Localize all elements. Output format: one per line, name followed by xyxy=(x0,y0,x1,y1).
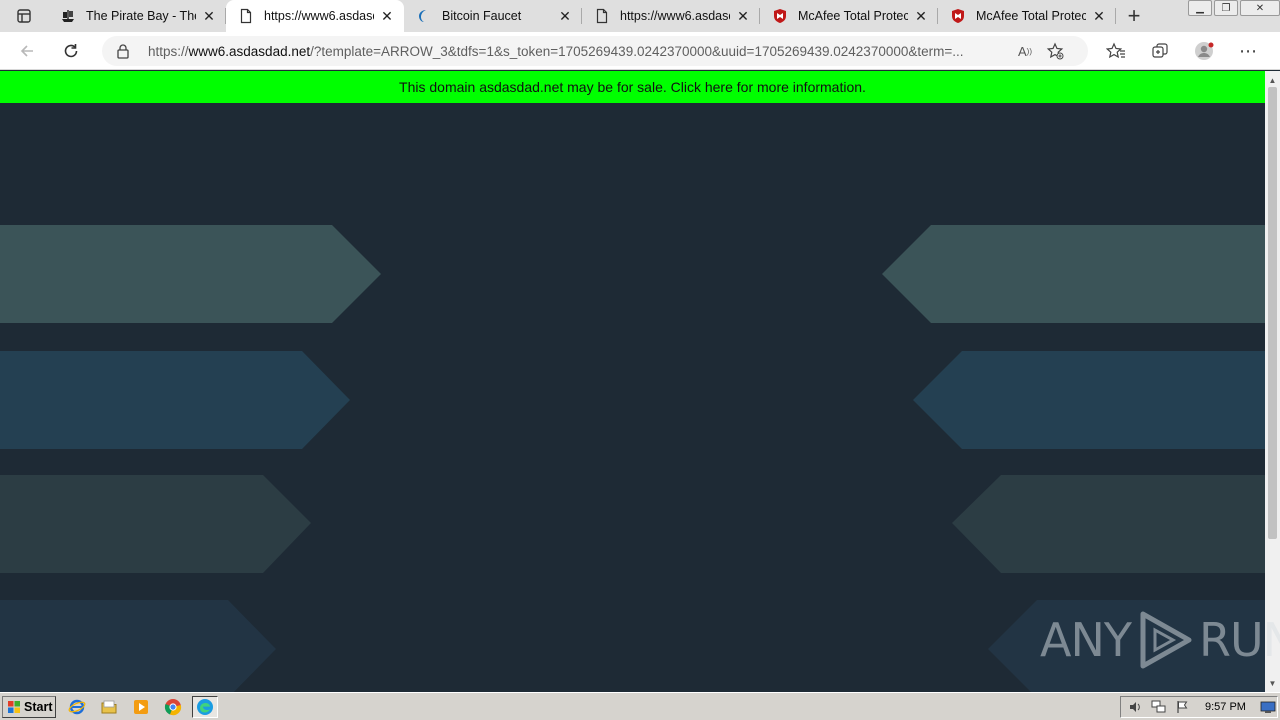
taskbar: Start 9:57 PM xyxy=(0,692,1280,720)
left-arrow-row-3[interactable] xyxy=(0,475,311,573)
edge-icon[interactable] xyxy=(192,695,218,718)
refresh-button[interactable] xyxy=(54,36,88,66)
vertical-scrollbar[interactable]: ▲ ▼ xyxy=(1265,71,1280,692)
ie-icon[interactable] xyxy=(64,696,90,718)
show-desktop-icon[interactable] xyxy=(1260,699,1276,715)
scroll-down-arrow-icon[interactable]: ▼ xyxy=(1265,676,1280,690)
pirate-ship-icon xyxy=(60,8,76,24)
close-window-button[interactable]: ✕ xyxy=(1240,0,1280,16)
tab-actions-button[interactable] xyxy=(0,0,48,32)
close-icon: ✕ xyxy=(1255,2,1265,14)
tab-separator xyxy=(1115,8,1116,24)
add-favorite-icon[interactable] xyxy=(1040,38,1070,64)
tab-asdasdad-2[interactable]: https://www6.asdasd ✕ xyxy=(582,0,760,32)
faucet-icon xyxy=(416,8,432,24)
avatar-icon xyxy=(1195,42,1214,60)
refresh-icon xyxy=(64,43,78,57)
left-arrow-row-2[interactable] xyxy=(0,351,350,449)
right-arrow-row-2[interactable] xyxy=(913,351,1265,449)
tab-title: The Pirate Bay - The g xyxy=(86,9,196,23)
tab-strip: The Pirate Bay - The g ✕ https://www6.as… xyxy=(0,0,1280,32)
action-center-flag-icon[interactable] xyxy=(1175,699,1191,715)
restore-button[interactable]: ❐ xyxy=(1214,0,1238,16)
tab-title: McAfee Total Protecti xyxy=(798,9,908,23)
restore-icon: ❐ xyxy=(1221,2,1231,14)
tab-mcafee-2[interactable]: McAfee Total Protecti ✕ xyxy=(938,0,1116,32)
tab-title: https://www6.asdasd xyxy=(620,9,730,23)
back-arrow-icon xyxy=(20,44,33,57)
minimize-icon: ▁ xyxy=(1196,2,1204,14)
right-arrow-row-1[interactable] xyxy=(882,225,1265,323)
tab-actions-icon xyxy=(17,9,31,23)
tab-asdasdad-active[interactable]: https://www6.asdasd ✕ xyxy=(226,0,404,32)
tab-title: https://www6.asdasd xyxy=(264,9,374,23)
watermark-left-text: ANY xyxy=(1040,613,1132,667)
collections-button[interactable] xyxy=(1138,36,1182,66)
favorites-button[interactable] xyxy=(1094,36,1138,66)
watermark-right-text: RUN xyxy=(1198,613,1280,667)
plus-icon: + xyxy=(1127,3,1141,28)
url-prefix: https:// xyxy=(148,43,189,59)
start-label: Start xyxy=(24,699,53,714)
more-dots-icon: ⋯ xyxy=(1239,40,1257,61)
left-arrow-row-1[interactable] xyxy=(0,225,381,323)
chrome-icon[interactable] xyxy=(160,696,186,718)
network-icon[interactable] xyxy=(1151,699,1167,715)
tab-close-icon[interactable]: ✕ xyxy=(1092,9,1106,23)
mcafee-shield-icon xyxy=(772,8,788,24)
folder-icon[interactable] xyxy=(96,696,122,718)
tab-title: Bitcoin Faucet xyxy=(442,9,522,23)
back-button[interactable] xyxy=(10,36,44,66)
tab-close-icon[interactable]: ✕ xyxy=(736,9,750,23)
toolbar-right: ⋯ xyxy=(1094,36,1270,66)
scrollbar-thumb[interactable] xyxy=(1268,87,1277,539)
left-arrow-row-4[interactable] xyxy=(0,600,276,692)
lock-icon[interactable] xyxy=(116,42,134,60)
right-arrow-row-3[interactable] xyxy=(952,475,1265,573)
favorites-icon xyxy=(1106,42,1125,59)
tab-mcafee-1[interactable]: McAfee Total Protecti ✕ xyxy=(760,0,938,32)
media-player-icon[interactable] xyxy=(128,696,154,718)
url-text[interactable]: https://www6.asdasdad.net/?template=ARRO… xyxy=(148,44,1010,59)
profile-button[interactable] xyxy=(1182,36,1226,66)
browser-toolbar: https://www6.asdasdad.net/?template=ARRO… xyxy=(0,32,1280,70)
new-tab-button[interactable]: + xyxy=(1116,0,1152,32)
system-tray: 9:57 PM xyxy=(1120,696,1278,718)
windows-logo-icon xyxy=(8,700,20,713)
collections-icon xyxy=(1152,43,1168,58)
anyrun-watermark: ANY RUN xyxy=(1040,608,1280,672)
scroll-up-arrow-icon[interactable]: ▲ xyxy=(1265,73,1280,87)
url-host: www6.asdasdad.net xyxy=(188,43,311,59)
start-button[interactable]: Start xyxy=(2,695,56,718)
tab-close-icon[interactable]: ✕ xyxy=(558,9,572,23)
play-logo-icon xyxy=(1140,611,1192,669)
clock[interactable]: 9:57 PM xyxy=(1205,701,1246,713)
arrow-background xyxy=(0,225,1265,692)
domain-for-sale-banner[interactable]: This domain asdasdad.net may be for sale… xyxy=(0,71,1265,103)
page-icon xyxy=(238,8,254,24)
mcafee-shield-icon xyxy=(950,8,966,24)
window-controls: ▁ ❐ ✕ xyxy=(1186,0,1280,18)
minimize-button[interactable]: ▁ xyxy=(1188,0,1212,16)
tab-close-icon[interactable]: ✕ xyxy=(380,9,394,23)
tab-bitcoin-faucet[interactable]: Bitcoin Faucet ✕ xyxy=(404,0,582,32)
speaker-icon[interactable] xyxy=(1127,699,1143,715)
page-icon xyxy=(594,8,610,24)
address-bar[interactable]: https://www6.asdasdad.net/?template=ARRO… xyxy=(102,36,1088,66)
tab-close-icon[interactable]: ✕ xyxy=(202,9,216,23)
url-path: /?template=ARROW_3&tdfs=1&s_token=170526… xyxy=(310,43,964,59)
banner-text: This domain asdasdad.net may be for sale… xyxy=(399,79,866,95)
read-aloud-icon[interactable]: A)) xyxy=(1010,38,1040,64)
tab-close-icon[interactable]: ✕ xyxy=(914,9,928,23)
page-content: This domain asdasdad.net may be for sale… xyxy=(0,71,1265,692)
tab-title: McAfee Total Protecti xyxy=(976,9,1086,23)
settings-more-button[interactable]: ⋯ xyxy=(1226,36,1270,66)
tab-pirate-bay[interactable]: The Pirate Bay - The g ✕ xyxy=(48,0,226,32)
